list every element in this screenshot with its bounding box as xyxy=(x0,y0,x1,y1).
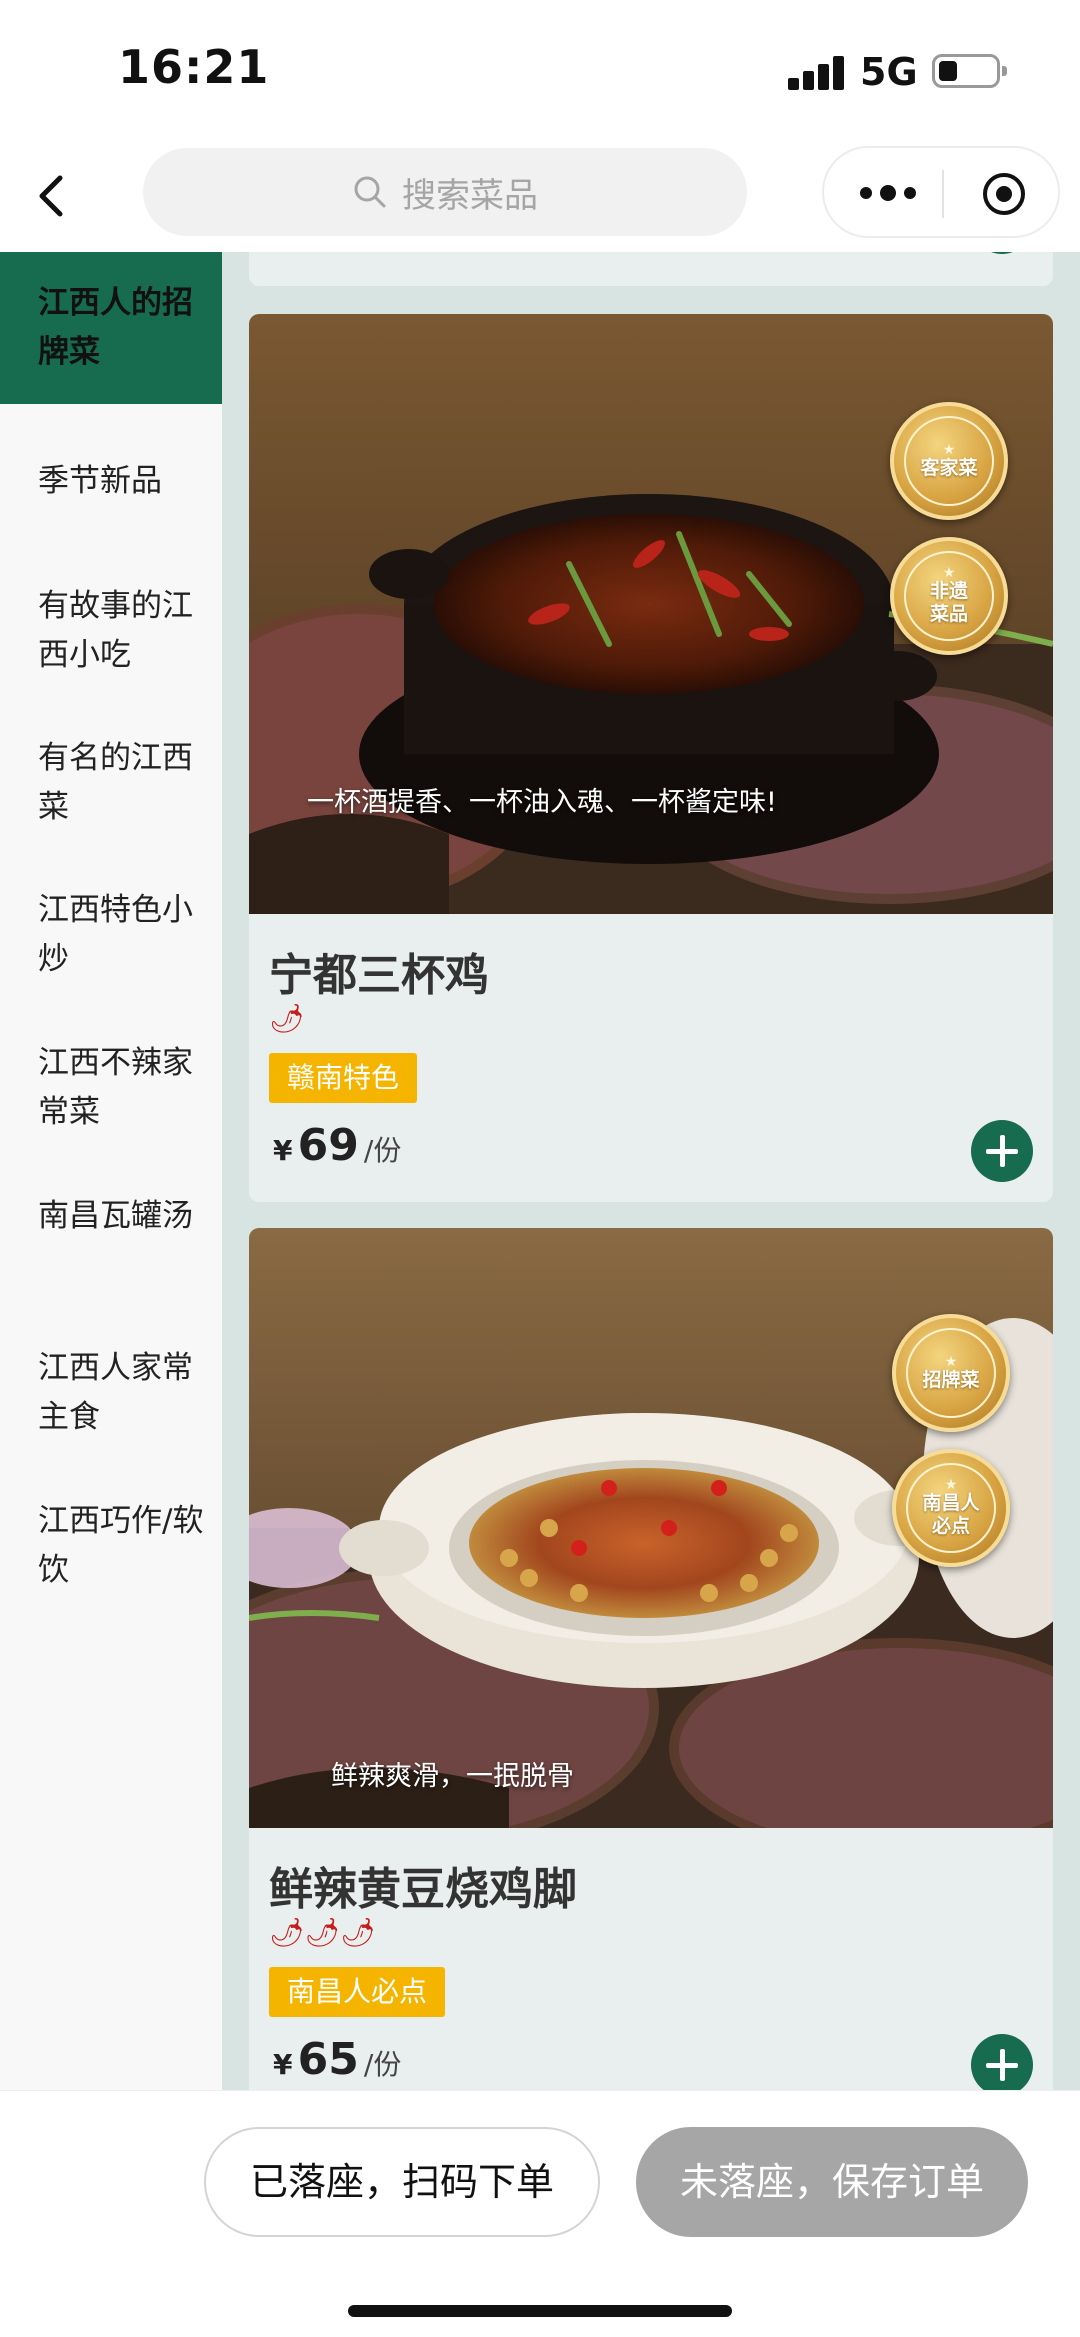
dish-caption: 一杯酒提香、一杯油入魂、一杯酱定味! xyxy=(307,787,777,818)
sidebar-item-not-spicy[interactable]: 江西不辣家常菜 xyxy=(0,1039,222,1137)
badge-label: 南昌人必点 xyxy=(922,1492,980,1537)
star-icon: ★ xyxy=(944,1353,958,1370)
dish-photo: 鲜辣爽滑，一抿脱骨 ★ 招牌菜 ★ 南昌人必点 xyxy=(249,1228,1053,1828)
sidebar-item-seasonal[interactable]: 季节新品 xyxy=(0,457,222,506)
more-icon[interactable] xyxy=(858,178,918,208)
badge-must-order: ★ 南昌人必点 xyxy=(892,1449,1010,1567)
sidebar-item-stir-fry[interactable]: 江西特色小炒 xyxy=(0,886,222,984)
currency-symbol: ¥ xyxy=(273,1134,293,1167)
battery-icon xyxy=(932,54,1007,88)
dish-name: 宁都三杯鸡 xyxy=(269,950,489,1001)
dish-price: ¥ 65 /份 xyxy=(273,2034,401,2085)
badge-label: 非遗菜品 xyxy=(929,580,968,625)
badge-signature: ★ 招牌菜 xyxy=(892,1314,1010,1432)
home-indicator[interactable] xyxy=(348,2305,732,2317)
dish-price: ¥ 69 /份 xyxy=(273,1120,401,1171)
price-value: 69 xyxy=(297,1120,359,1171)
sidebar-item-soup[interactable]: 南昌瓦罐汤 xyxy=(0,1192,222,1241)
add-to-cart-button[interactable] xyxy=(971,2034,1033,2090)
dish-tag: 南昌人必点 xyxy=(269,1967,446,2017)
sidebar-item-signature[interactable]: 江西人的招牌菜 xyxy=(0,252,222,404)
dish-list: 一杯酒提香、一杯油入魂、一杯酱定味! ★ 客家菜 ★ 非遗菜品 宁都三杯鸡 🌶 … xyxy=(222,252,1080,2090)
search-input[interactable]: 搜索菜品 xyxy=(143,148,747,236)
clock: 16:21 xyxy=(118,40,270,94)
star-icon: ★ xyxy=(942,441,956,458)
back-button[interactable] xyxy=(30,166,74,226)
sidebar-item-drinks[interactable]: 江西巧作/软饮 xyxy=(0,1497,222,1595)
bottom-action-bar: 已落座，扫码下单 未落座，保存订单 xyxy=(0,2090,1080,2337)
price-unit: /份 xyxy=(363,2048,402,2081)
dish-card-partial xyxy=(249,252,1053,286)
sidebar-item-snacks[interactable]: 有故事的江西小吃 xyxy=(0,582,222,680)
nav-bar: 搜索菜品 xyxy=(0,140,1080,252)
dish-card[interactable]: 鲜辣爽滑，一抿脱骨 ★ 招牌菜 ★ 南昌人必点 鲜辣黄豆烧鸡脚 🌶🌶🌶 南昌人必… xyxy=(249,1228,1053,2090)
currency-symbol: ¥ xyxy=(273,2048,293,2081)
price-unit: /份 xyxy=(363,1134,402,1167)
dish-card[interactable]: 一杯酒提香、一杯油入魂、一杯酱定味! ★ 客家菜 ★ 非遗菜品 宁都三杯鸡 🌶 … xyxy=(249,314,1053,1202)
chili-pepper-icon: 🌶🌶🌶 xyxy=(269,1916,376,1949)
network-type: 5G xyxy=(860,50,918,94)
save-order-button[interactable]: 未落座，保存订单 xyxy=(636,2127,1028,2237)
add-button-partial[interactable] xyxy=(971,252,1033,254)
star-icon: ★ xyxy=(942,565,956,581)
dish-tag: 赣南特色 xyxy=(269,1053,418,1103)
dish-name: 鲜辣黄豆烧鸡脚 xyxy=(269,1864,577,1915)
chevron-left-icon xyxy=(39,175,63,217)
cellular-signal-icon xyxy=(788,56,846,90)
search-placeholder: 搜索菜品 xyxy=(402,175,538,216)
star-icon: ★ xyxy=(944,1477,958,1493)
sidebar-item-famous[interactable]: 有名的江西菜 xyxy=(0,734,222,832)
close-mini-program-icon[interactable] xyxy=(980,170,1028,218)
chili-pepper-icon: 🌶 xyxy=(269,1002,305,1035)
price-value: 65 xyxy=(297,2034,359,2085)
category-sidebar: 江西人的招牌菜 季节新品 有故事的江西小吃 有名的江西菜 江西特色小炒 江西不辣… xyxy=(0,252,222,2090)
badge-label: 招牌菜 xyxy=(922,1368,980,1391)
add-to-cart-button[interactable] xyxy=(971,1120,1033,1182)
badge-intangible-heritage: ★ 非遗菜品 xyxy=(890,537,1008,655)
sidebar-item-staples[interactable]: 江西人家常主食 xyxy=(0,1344,222,1442)
badge-hakka: ★ 客家菜 xyxy=(890,402,1008,520)
search-icon xyxy=(354,176,386,208)
badge-label: 客家菜 xyxy=(920,456,978,479)
mini-program-capsule xyxy=(822,146,1060,238)
dish-caption: 鲜辣爽滑，一抿脱骨 xyxy=(331,1761,574,1792)
status-bar: 16:21 5G xyxy=(0,0,1080,140)
capsule-divider xyxy=(942,170,944,218)
seated-scan-order-button[interactable]: 已落座，扫码下单 xyxy=(204,2127,600,2237)
dish-photo: 一杯酒提香、一杯油入魂、一杯酱定味! ★ 客家菜 ★ 非遗菜品 xyxy=(249,314,1053,914)
